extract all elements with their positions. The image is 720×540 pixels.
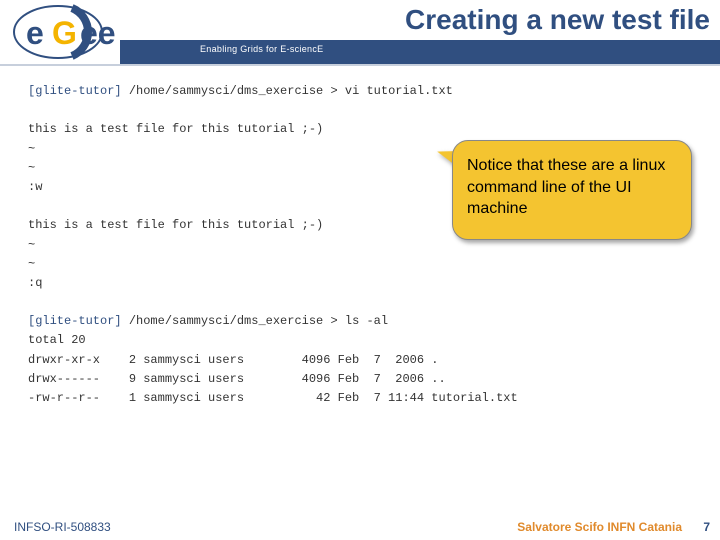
slide-title: Creating a new test file bbox=[405, 4, 710, 36]
command-text: /home/sammysci/dms_exercise > vi tutoria… bbox=[129, 84, 453, 98]
svg-text:G: G bbox=[52, 15, 77, 51]
svg-text:ee: ee bbox=[80, 15, 116, 51]
prompt: [glite-tutor] bbox=[28, 314, 129, 328]
ls-output: total 20 drwxr-xr-x 2 sammysci users 409… bbox=[28, 331, 700, 408]
slide-footer: INFSO-RI-508833 Salvatore Scifo INFN Cat… bbox=[0, 516, 720, 540]
prompt: [glite-tutor] bbox=[28, 84, 129, 98]
callout-box: Notice that these are a linux command li… bbox=[452, 140, 692, 240]
divider bbox=[0, 64, 720, 66]
page-number: 7 bbox=[703, 520, 710, 534]
callout-text: Notice that these are a linux command li… bbox=[467, 157, 665, 217]
terminal-content: [glite-tutor] /home/sammysci/dms_exercis… bbox=[28, 82, 700, 408]
slide-header: e G ee Creating a new test file Enabling… bbox=[0, 0, 720, 64]
tagline: Enabling Grids for E-sciencE bbox=[200, 44, 323, 54]
svg-text:e: e bbox=[26, 15, 44, 51]
footer-author: Salvatore Scifo INFN Catania bbox=[517, 520, 682, 534]
command-text: /home/sammysci/dms_exercise > ls -al bbox=[129, 314, 388, 328]
footer-ref: INFSO-RI-508833 bbox=[14, 520, 111, 534]
